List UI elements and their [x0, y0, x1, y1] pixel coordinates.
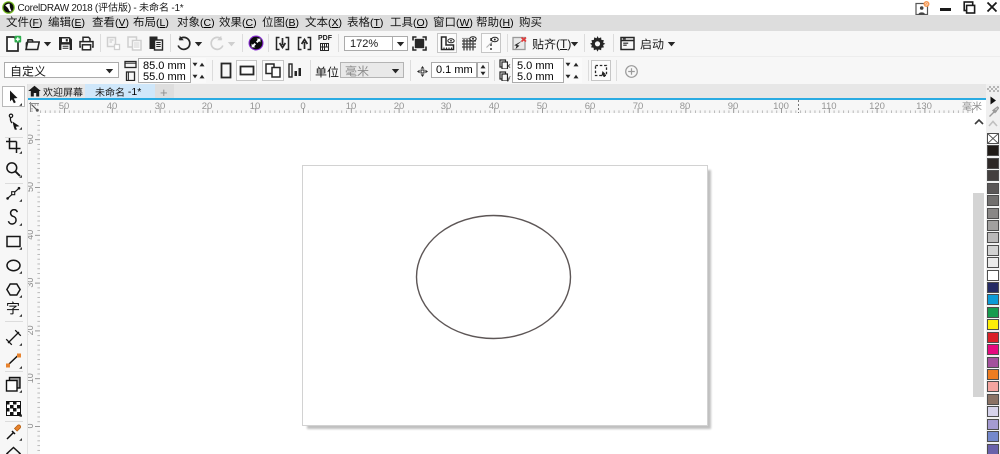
svg-text:0: 0 — [28, 423, 35, 428]
svg-text:60: 60 — [28, 134, 35, 144]
svg-text:20: 20 — [28, 325, 35, 335]
svg-text:40: 40 — [28, 230, 35, 240]
svg-text:10: 10 — [28, 373, 35, 383]
svg-text:30: 30 — [28, 278, 35, 288]
svg-text:50: 50 — [28, 182, 35, 192]
